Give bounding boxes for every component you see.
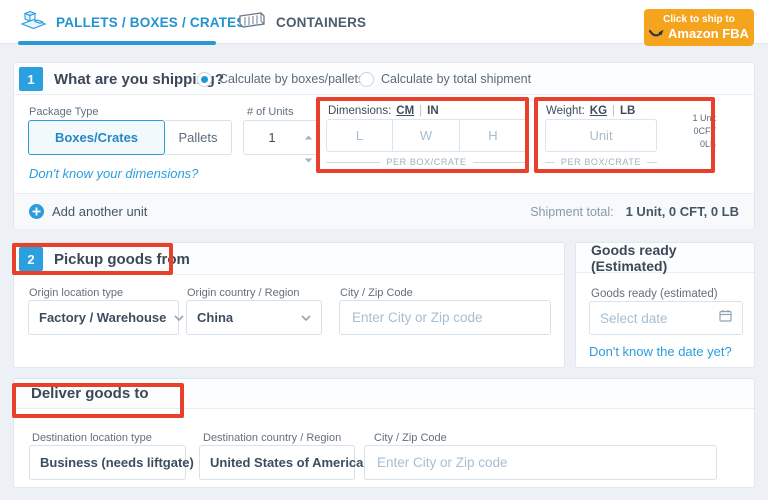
shipment-total-value: 1 Unit, 0 CFT, 0 LB bbox=[626, 204, 739, 219]
package-type-pallets-button[interactable]: Pallets bbox=[165, 120, 232, 155]
per-box-crate-caption: PER BOX/CRATE bbox=[326, 157, 527, 167]
goods-ready-title: Goods ready (Estimated) bbox=[576, 243, 754, 273]
pallet-icon bbox=[20, 10, 47, 35]
width-input[interactable] bbox=[393, 119, 460, 152]
fba-button-line1: Click to ship to bbox=[663, 14, 735, 26]
section1-header: 1 What are you shipping? Calculate by bo… bbox=[14, 63, 754, 95]
origin-city-zip-input[interactable] bbox=[339, 300, 551, 335]
goods-ready-field-label: Goods ready (estimated) bbox=[591, 288, 718, 300]
shipment-total-label: Shipment total: bbox=[530, 205, 613, 219]
height-input[interactable] bbox=[460, 119, 527, 152]
units-label: # of Units bbox=[247, 106, 293, 118]
section1-footer: Add another unit Shipment total: 1 Unit,… bbox=[14, 193, 754, 229]
radio-selected-icon bbox=[197, 72, 212, 87]
amazon-fba-button[interactable]: Click to ship to Amazon FBA bbox=[644, 9, 754, 46]
radio-calculate-by-boxes-pallets[interactable]: Calculate by boxes/pallets bbox=[197, 63, 364, 95]
step-badge-1: 1 bbox=[19, 67, 43, 91]
shipment-total: Shipment total: 1 Unit, 0 CFT, 0 LB bbox=[530, 204, 739, 219]
section-what-are-you-shipping: 1 What are you shipping? Calculate by bo… bbox=[13, 62, 755, 229]
calendar-icon bbox=[719, 309, 732, 327]
tab-label: CONTAINERS bbox=[276, 15, 366, 30]
pickup-title: Pickup goods from bbox=[54, 243, 190, 275]
dont-know-date-link[interactable]: Don't know the date yet? bbox=[589, 344, 732, 359]
unit-cm-toggle[interactable]: CM bbox=[396, 105, 414, 117]
step-badge-2: 2 bbox=[19, 247, 43, 271]
unit-lb-toggle[interactable]: LB bbox=[620, 105, 635, 117]
origin-city-label: City / Zip Code bbox=[340, 287, 413, 299]
weight-input[interactable] bbox=[545, 119, 657, 152]
destination-location-type-label: Destination location type bbox=[32, 432, 152, 444]
section-pickup-goods-from: 2 Pickup goods from Origin location type… bbox=[13, 242, 565, 368]
date-placeholder: Select date bbox=[600, 311, 668, 326]
section-deliver-goods-to: Deliver goods to Destination location ty… bbox=[13, 378, 755, 488]
dont-know-dimensions-link[interactable]: Don't know your dimensions? bbox=[29, 166, 198, 181]
radio-unselected-icon bbox=[359, 72, 374, 87]
units-stepper bbox=[243, 120, 319, 155]
stepper-up-icon[interactable] bbox=[304, 127, 313, 145]
unit-in-toggle[interactable]: IN bbox=[427, 105, 439, 117]
radio-label: Calculate by boxes/pallets bbox=[219, 72, 364, 86]
dimensions-label: Dimensions: bbox=[328, 105, 391, 117]
length-input[interactable] bbox=[326, 119, 393, 152]
weight-unit-row: Weight: KG | LB bbox=[546, 105, 635, 117]
tab-pallets-boxes-crates[interactable]: PALLETS / BOXES / CRATES bbox=[20, 0, 246, 44]
freight-quote-calculator: PALLETS / BOXES / CRATES CONTAINERS Clic… bbox=[0, 0, 768, 500]
amazon-arrow-icon bbox=[649, 26, 664, 42]
chevron-down-icon bbox=[301, 315, 311, 321]
origin-location-type-select[interactable]: Factory / Warehouse bbox=[28, 300, 179, 335]
origin-location-type-label: Origin location type bbox=[29, 287, 123, 299]
tab-containers[interactable]: CONTAINERS bbox=[237, 0, 366, 44]
deliver-title: Deliver goods to bbox=[14, 379, 754, 409]
per-box-crate-caption: PER BOX/CRATE bbox=[545, 157, 657, 167]
radio-label: Calculate by total shipment bbox=[381, 72, 531, 86]
dimension-inputs bbox=[326, 119, 527, 152]
destination-location-type-select[interactable]: Business (needs liftgate) bbox=[29, 445, 186, 480]
plus-circle-icon bbox=[29, 204, 44, 219]
radio-calculate-by-total-shipment[interactable]: Calculate by total shipment bbox=[359, 63, 531, 95]
dimensions-unit-row: Dimensions: CM | IN bbox=[328, 105, 439, 117]
destination-country-label: Destination country / Region bbox=[203, 432, 341, 444]
active-tab-underline bbox=[18, 41, 216, 45]
tab-label: PALLETS / BOXES / CRATES bbox=[56, 15, 246, 30]
add-another-unit-button[interactable]: Add another unit bbox=[29, 204, 147, 219]
origin-country-select[interactable]: China bbox=[186, 300, 322, 335]
unit-separator: | bbox=[612, 105, 615, 117]
section-goods-ready: Goods ready (Estimated) Goods ready (est… bbox=[575, 242, 755, 368]
container-icon bbox=[237, 10, 267, 34]
unit-separator: | bbox=[419, 105, 422, 117]
origin-country-label: Origin country / Region bbox=[187, 287, 300, 299]
chevron-down-icon bbox=[174, 315, 184, 321]
destination-city-zip-input[interactable] bbox=[364, 445, 717, 480]
package-type-toggle: Boxes/Crates Pallets bbox=[28, 120, 232, 155]
fba-button-line2: Amazon FBA bbox=[668, 26, 749, 42]
unit-kg-toggle[interactable]: KG bbox=[590, 105, 607, 117]
pickup-header: 2 Pickup goods from bbox=[14, 243, 564, 275]
weight-label: Weight: bbox=[546, 105, 585, 117]
package-type-boxes-crates-button[interactable]: Boxes/Crates bbox=[28, 120, 165, 155]
unit-summary: 1 Unit 0CFT 0LB bbox=[650, 112, 716, 151]
stepper-down-icon[interactable] bbox=[304, 150, 313, 168]
destination-country-select[interactable]: United States of America bbox=[199, 445, 355, 480]
destination-city-label: City / Zip Code bbox=[374, 432, 447, 444]
package-type-label: Package Type bbox=[29, 106, 99, 118]
goods-ready-date-picker[interactable]: Select date bbox=[589, 301, 743, 335]
